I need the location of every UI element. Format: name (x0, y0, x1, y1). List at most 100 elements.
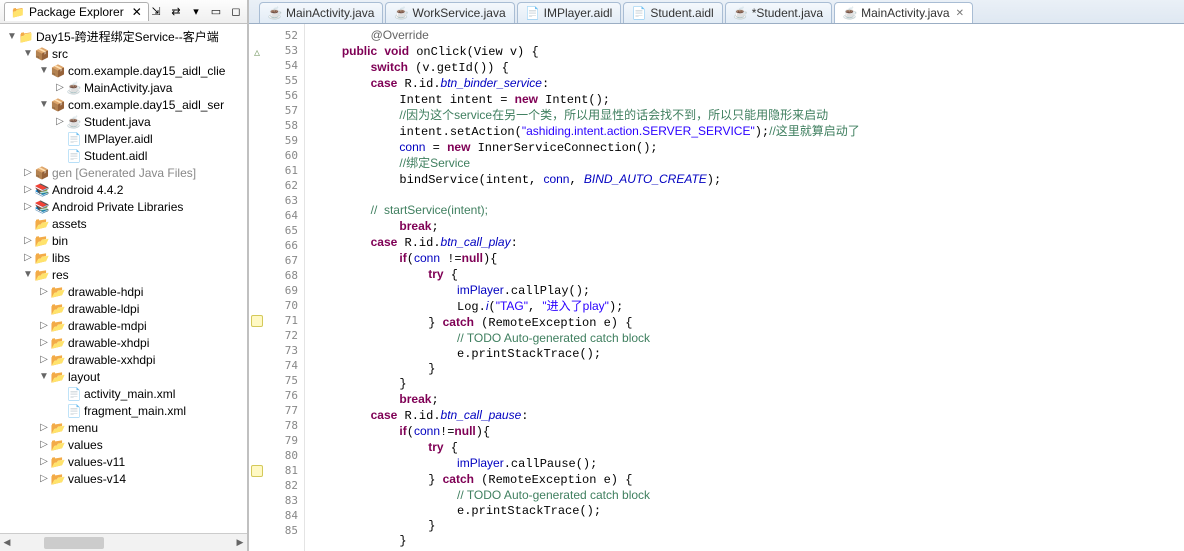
line-number[interactable]: 76 (249, 388, 304, 403)
line-number[interactable]: 54 (249, 58, 304, 73)
line-number[interactable]: ▵53 (249, 43, 304, 58)
horizontal-scrollbar[interactable]: ◀ ▶ (0, 533, 247, 551)
line-number[interactable]: 64 (249, 208, 304, 223)
expand-arrow-icon[interactable]: ▼ (38, 65, 50, 76)
line-number[interactable]: 57 (249, 103, 304, 118)
line-number[interactable]: 78 (249, 418, 304, 433)
scroll-left-icon[interactable]: ◀ (0, 537, 14, 548)
line-number[interactable]: 67 (249, 253, 304, 268)
expand-arrow-icon[interactable]: ▷ (38, 422, 50, 433)
package-explorer-tab[interactable]: 📁 Package Explorer ✕ (4, 2, 149, 21)
line-number[interactable]: 85 (249, 523, 304, 538)
editor-tab[interactable]: ☕*Student.java (725, 2, 832, 23)
tree-item[interactable]: ▷📂drawable-xxhdpi (4, 351, 247, 368)
expand-arrow-icon[interactable]: ▷ (22, 167, 34, 178)
expand-arrow-icon[interactable]: ▼ (6, 31, 18, 42)
tree-item[interactable]: 📄activity_main.xml (4, 385, 247, 402)
expand-arrow-icon[interactable]: ▷ (22, 252, 34, 263)
tree-item[interactable]: ▼📂res (4, 266, 247, 283)
line-number[interactable]: 72 (249, 328, 304, 343)
collapse-all-icon[interactable]: ⇲ (149, 5, 163, 19)
expand-arrow-icon[interactable]: ▷ (54, 82, 66, 93)
line-gutter[interactable]: 52▵5354555657585960616263646566676869707… (249, 24, 305, 551)
line-number[interactable]: 81 (249, 463, 304, 478)
line-number[interactable]: 71 (249, 313, 304, 328)
expand-arrow-icon[interactable]: ▷ (38, 286, 50, 297)
maximize-icon[interactable]: ◻ (229, 5, 243, 19)
close-tab-icon[interactable]: ✕ (956, 8, 964, 19)
tree-item[interactable]: 📂drawable-ldpi (4, 300, 247, 317)
code-editor[interactable]: @Override public void onClick(View v) { … (305, 24, 1184, 551)
line-number[interactable]: 66 (249, 238, 304, 253)
line-number[interactable]: 52 (249, 28, 304, 43)
tree-item[interactable]: ▷📦gen [Generated Java Files] (4, 164, 247, 181)
line-number[interactable]: 79 (249, 433, 304, 448)
editor-tab[interactable]: 📄Student.aidl (623, 2, 722, 23)
editor-tab[interactable]: ☕MainActivity.java✕ (834, 2, 973, 23)
expand-arrow-icon[interactable]: ▷ (22, 201, 34, 212)
tree-item[interactable]: ▷📂drawable-mdpi (4, 317, 247, 334)
line-number[interactable]: 70 (249, 298, 304, 313)
line-number[interactable]: 82 (249, 478, 304, 493)
editor-tab[interactable]: ☕WorkService.java (385, 2, 514, 23)
tree-item[interactable]: ▼📦com.example.day15_aidl_clie (4, 62, 247, 79)
tree-item[interactable]: ▷☕Student.java (4, 113, 247, 130)
close-icon[interactable]: ✕ (132, 5, 142, 19)
line-number[interactable]: 63 (249, 193, 304, 208)
expand-arrow-icon[interactable]: ▷ (54, 116, 66, 127)
line-number[interactable]: 84 (249, 508, 304, 523)
view-menu-icon[interactable]: ▾ (189, 5, 203, 19)
line-number[interactable]: 73 (249, 343, 304, 358)
warning-marker-icon[interactable] (251, 315, 263, 327)
line-number[interactable]: 77 (249, 403, 304, 418)
tree-item[interactable]: ▷📂libs (4, 249, 247, 266)
line-number[interactable]: 62 (249, 178, 304, 193)
expand-arrow-icon[interactable]: ▼ (22, 269, 34, 280)
tree-item[interactable]: ▼📦com.example.day15_aidl_ser (4, 96, 247, 113)
expand-arrow-icon[interactable]: ▷ (38, 473, 50, 484)
link-editor-icon[interactable]: ⇄ (169, 5, 183, 19)
tree-item[interactable]: 📂assets (4, 215, 247, 232)
line-number[interactable]: 83 (249, 493, 304, 508)
expand-arrow-icon[interactable]: ▷ (38, 337, 50, 348)
tree-item[interactable]: 📄Student.aidl (4, 147, 247, 164)
expand-arrow-icon[interactable]: ▼ (38, 99, 50, 110)
line-number[interactable]: 56 (249, 88, 304, 103)
tree-item[interactable]: ▼📦src (4, 45, 247, 62)
tree-item[interactable]: 📄IMPlayer.aidl (4, 130, 247, 147)
scroll-right-icon[interactable]: ▶ (233, 537, 247, 548)
line-number[interactable]: 55 (249, 73, 304, 88)
line-number[interactable]: 74 (249, 358, 304, 373)
line-number[interactable]: 61 (249, 163, 304, 178)
minimize-icon[interactable]: ▭ (209, 5, 223, 19)
tree-item[interactable]: ▼📂layout (4, 368, 247, 385)
tree-item[interactable]: ▷📂menu (4, 419, 247, 436)
tree-item[interactable]: ▷📂bin (4, 232, 247, 249)
editor-tab[interactable]: 📄IMPlayer.aidl (517, 2, 622, 23)
tree-item[interactable]: 📄fragment_main.xml (4, 402, 247, 419)
project-tree[interactable]: ▼📁Day15-跨进程绑定Service--客户端▼📦src▼📦com.exam… (0, 24, 247, 533)
line-number[interactable]: 75 (249, 373, 304, 388)
line-number[interactable]: 69 (249, 283, 304, 298)
expand-arrow-icon[interactable]: ▷ (38, 320, 50, 331)
line-number[interactable]: 65 (249, 223, 304, 238)
tree-item[interactable]: ▷📂values (4, 436, 247, 453)
line-number[interactable]: 60 (249, 148, 304, 163)
tree-item[interactable]: ▷📂drawable-xhdpi (4, 334, 247, 351)
tree-item[interactable]: ▷📂values-v14 (4, 470, 247, 487)
tree-item[interactable]: ▷☕MainActivity.java (4, 79, 247, 96)
line-number[interactable]: 58 (249, 118, 304, 133)
tree-item[interactable]: ▷📚Android 4.4.2 (4, 181, 247, 198)
line-number[interactable]: 80 (249, 448, 304, 463)
override-marker-icon[interactable]: ▵ (254, 45, 266, 57)
expand-arrow-icon[interactable]: ▼ (22, 48, 34, 59)
expand-arrow-icon[interactable]: ▷ (22, 184, 34, 195)
tree-item[interactable]: ▷📚Android Private Libraries (4, 198, 247, 215)
warning-marker-icon[interactable] (251, 465, 263, 477)
expand-arrow-icon[interactable]: ▷ (38, 456, 50, 467)
tree-item[interactable]: ▷📂drawable-hdpi (4, 283, 247, 300)
expand-arrow-icon[interactable]: ▷ (22, 235, 34, 246)
expand-arrow-icon[interactable]: ▷ (38, 354, 50, 365)
scroll-thumb[interactable] (44, 537, 104, 549)
line-number[interactable]: 68 (249, 268, 304, 283)
